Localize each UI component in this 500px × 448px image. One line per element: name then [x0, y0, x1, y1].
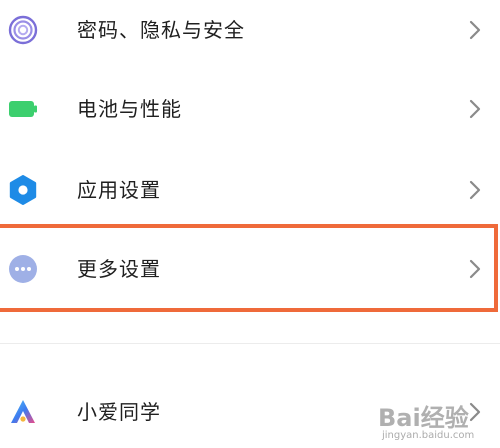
more-dots-icon	[8, 254, 38, 284]
section-divider	[0, 343, 500, 344]
chevron-right-icon	[463, 257, 487, 281]
xiaoai-icon	[8, 397, 38, 427]
settings-item-password[interactable]: 密码、隐私与安全	[0, 0, 500, 70]
settings-item-more[interactable]: 更多设置	[0, 229, 500, 309]
settings-item-label: 更多设置	[77, 257, 161, 281]
settings-screen: 密码、隐私与安全 电池与性能 应用设置 更多设置 小爱同学 Bai经验 jing…	[0, 0, 500, 448]
settings-item-label: 电池与性能	[77, 97, 182, 121]
settings-item-label: 小爱同学	[77, 400, 161, 424]
fingerprint-icon	[8, 15, 38, 45]
settings-item-label: 应用设置	[77, 178, 161, 202]
settings-item-apps[interactable]: 应用设置	[0, 150, 500, 230]
gear-icon	[8, 175, 38, 205]
battery-icon	[8, 94, 38, 124]
chevron-right-icon	[463, 18, 487, 42]
chevron-right-icon	[463, 178, 487, 202]
settings-item-xiaoai[interactable]: 小爱同学	[0, 372, 500, 448]
settings-item-battery[interactable]: 电池与性能	[0, 69, 500, 149]
chevron-right-icon	[463, 97, 487, 121]
settings-item-label: 密码、隐私与安全	[77, 18, 245, 42]
chevron-right-icon	[463, 400, 487, 424]
